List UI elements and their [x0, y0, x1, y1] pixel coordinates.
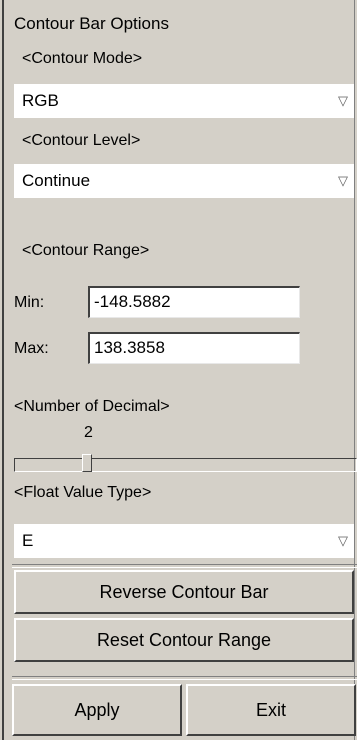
contour-bar-options-panel: Contour Bar Options <Contour Mode> RGB ▽…: [2, 0, 357, 740]
contour-level-heading: <Contour Level>: [22, 132, 141, 149]
max-input[interactable]: 138.3858: [88, 332, 300, 364]
contour-level-value: Continue: [22, 171, 91, 190]
divider: [12, 676, 357, 680]
decimal-slider-thumb[interactable]: [82, 454, 92, 472]
float-value-type-value: E: [22, 531, 34, 550]
number-of-decimal-heading: <Number of Decimal>: [14, 398, 170, 415]
reset-contour-range-button[interactable]: Reset Contour Range: [14, 618, 354, 662]
float-value-type-select[interactable]: E ▽: [14, 524, 354, 558]
contour-mode-select[interactable]: RGB ▽: [14, 84, 354, 118]
contour-mode-value: RGB: [22, 91, 59, 110]
chevron-down-icon[interactable]: ▽: [338, 164, 348, 198]
min-label: Min:: [14, 294, 45, 311]
decimal-value: 2: [84, 424, 93, 441]
contour-range-heading: <Contour Range>: [22, 242, 150, 259]
chevron-down-icon[interactable]: ▽: [338, 84, 348, 118]
exit-button[interactable]: Exit: [186, 684, 356, 736]
panel-title: Contour Bar Options: [14, 14, 169, 33]
min-input[interactable]: -148.5882: [88, 286, 300, 318]
apply-button[interactable]: Apply: [12, 684, 182, 736]
chevron-down-icon[interactable]: ▽: [338, 524, 348, 558]
max-label: Max:: [14, 340, 49, 357]
decimal-slider[interactable]: [14, 458, 357, 472]
contour-level-select[interactable]: Continue ▽: [14, 164, 354, 198]
divider: [12, 564, 357, 568]
contour-mode-heading: <Contour Mode>: [22, 50, 143, 67]
reverse-contour-bar-button[interactable]: Reverse Contour Bar: [14, 570, 354, 614]
float-value-type-heading: <Float Value Type>: [14, 484, 152, 501]
